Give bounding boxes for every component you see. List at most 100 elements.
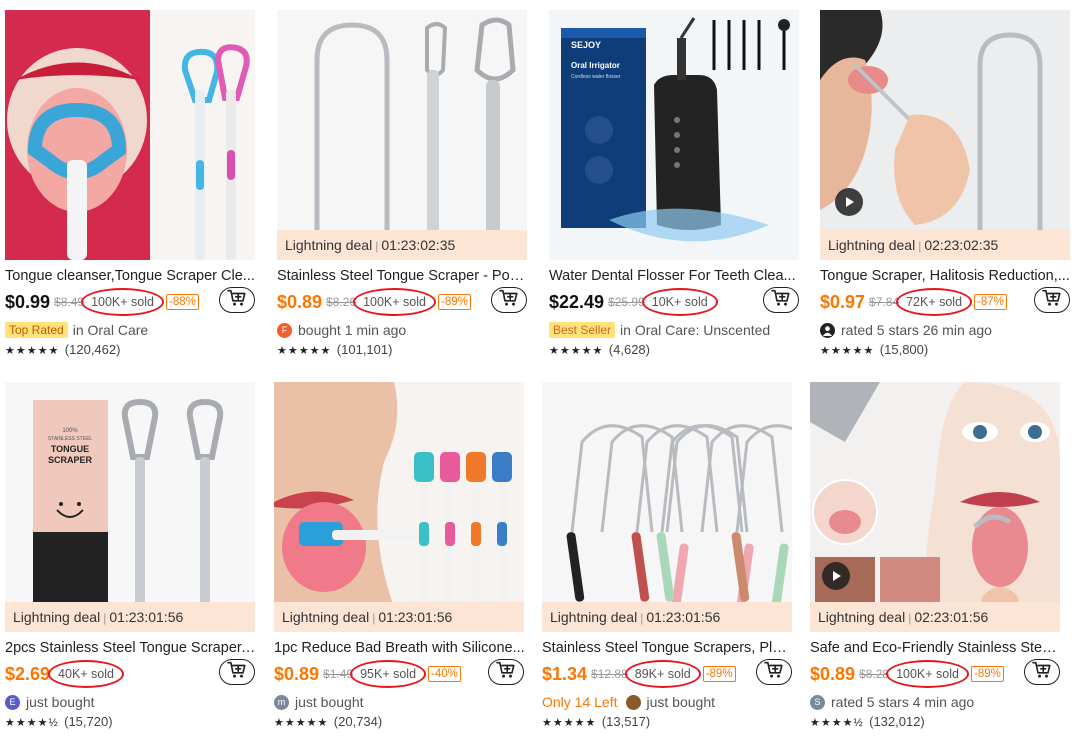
rating-row[interactable]: ★★★★★ (20,734) [274,714,530,729]
product-card[interactable]: Lightning deal | 02:23:01:56 Safe and Eco-… [810,382,1066,729]
social-proof-text: rated 5 stars 26 min ago [841,322,992,338]
lightning-deal-banner: Lightning deal | 01:23:02:35 [277,230,527,260]
product-image[interactable]: 100% STAINLESS STEEL TONGUE SCRAPER Ligh… [5,382,255,632]
product-title[interactable]: Tongue cleanser,Tongue Scraper Cle... [5,268,257,284]
product-info-line: Top Rated in Oral Care [5,320,261,340]
add-to-cart-button[interactable] [1034,287,1070,313]
product-image[interactable]: Lightning deal | 01:23:02:35 [277,10,527,260]
rating-row[interactable]: ★★★★★ (4,628) [549,342,805,357]
product-image[interactable]: Lightning deal | 01:23:01:56 [274,382,524,632]
product-image[interactable]: Lightning deal | 01:23:01:56 [542,382,792,632]
price-row: $2.69 40K+ sold [5,659,261,689]
product-card[interactable]: Lightning deal | 01:23:01:56 Stainless Ste… [542,382,798,729]
product-card[interactable]: Lightning deal | 01:23:01:56 1pc Reduce Ba… [274,382,530,729]
original-price: $1.49 [323,667,354,681]
original-price: $8.28 [859,667,890,681]
product-info-line: Fbought 1 min ago [277,320,533,340]
add-to-cart-button[interactable] [763,287,799,313]
sold-count: 10K+ sold [641,288,718,316]
rating-row[interactable]: ★★★★★ (120,462) [5,342,261,357]
product-image[interactable]: SEJOY Oral Irrigator Cordless water flos… [549,10,799,260]
star-rating: ★★★★★ [820,345,875,357]
add-to-cart-button[interactable] [1024,659,1060,685]
product-image[interactable]: Lightning deal | 02:23:01:56 [810,382,1060,632]
deal-label: Lightning deal [818,609,906,625]
price-row: $22.49 $25.99 10K+ sold [549,287,805,317]
deal-label: Lightning deal [13,609,101,625]
deal-timer: 02:23:02:35 [924,237,999,253]
original-price: $8.26 [326,295,357,309]
star-rating: ★★★★★ [5,345,60,357]
product-card[interactable]: Lightning deal | 02:23:02:35 Tongue Scrape… [820,10,1076,357]
add-to-cart-button[interactable] [756,659,792,685]
social-proof-text: just bought [295,694,364,710]
lightning-deal-banner: Lightning deal | 01:23:01:56 [274,602,524,632]
product-image[interactable]: Lightning deal | 02:23:02:35 [820,10,1070,260]
social-proof-text: just bought [26,694,95,710]
svg-text:SEJOY: SEJOY [571,40,601,50]
discount-badge: -89% [970,666,1004,682]
rating-row[interactable]: ★★★★★ (101,101) [277,342,533,357]
product-card[interactable]: Tongue cleanser,Tongue Scraper Cle... $0… [5,10,261,357]
add-to-cart-button[interactable] [219,287,255,313]
product-card[interactable]: SEJOY Oral Irrigator Cordless water flos… [549,10,805,357]
product-title[interactable]: Stainless Steel Tongue Scraper - Port... [277,268,529,284]
sale-price: $1.34 [542,663,588,684]
svg-text:Cordless water flosser: Cordless water flosser [571,74,621,80]
sale-price: $0.89 [277,291,323,312]
deal-timer: 02:23:01:56 [914,609,989,625]
deal-timer: 01:23:01:56 [378,609,453,625]
rating-row[interactable]: ★★★★½ (132,012) [810,714,1066,729]
deal-timer: 01:23:02:35 [381,237,456,253]
product-title[interactable]: 2pcs Stainless Steel Tongue Scraper, ... [5,640,257,656]
buyer-avatar: S [810,694,825,710]
svg-text:Oral Irrigator: Oral Irrigator [571,61,620,70]
sold-count: 95K+ sold [350,660,426,688]
price-row: $0.89 $8.26 100K+ sold -89% [277,287,533,317]
product-title[interactable]: Safe and Eco-Friendly Stainless Steel... [810,640,1062,656]
product-image[interactable] [5,10,255,260]
rating-row[interactable]: ★★★★★ (13,517) [542,714,798,729]
star-rating: ★★★★★ [542,717,597,729]
svg-text:TONGUE: TONGUE [51,444,89,454]
ranking-badge: Best Seller [549,322,616,338]
sold-count: 40K+ sold [48,660,124,688]
star-rating: ★★★★½ [810,717,864,729]
deal-timer: 01:23:01:56 [646,609,721,625]
review-count: (132,012) [869,714,925,729]
product-card[interactable]: 100% STAINLESS STEEL TONGUE SCRAPER Ligh… [5,382,261,729]
product-title[interactable]: Stainless Steel Tongue Scrapers, Plas... [542,640,794,656]
product-card[interactable]: Lightning deal | 01:23:02:35 Stainless Ste… [277,10,533,357]
product-title[interactable]: Tongue Scraper, Halitosis Reduction,... [820,268,1072,284]
play-icon[interactable] [822,562,850,590]
review-count: (15,800) [879,342,929,357]
add-to-cart-icon [1042,289,1062,312]
rating-row[interactable]: ★★★★½ (15,720) [5,714,261,729]
add-to-cart-button[interactable] [491,287,527,313]
product-info-line: Best Seller in Oral Care: Unscented [549,320,805,340]
product-title[interactable]: Water Dental Flosser For Teeth Clea... [549,268,801,284]
review-count: (20,734) [333,714,383,729]
add-to-cart-icon [764,661,784,684]
star-rating: ★★★★½ [5,717,59,729]
review-count: (120,462) [64,342,121,357]
product-info-line: rated 5 stars 26 min ago [820,320,1076,340]
product-title[interactable]: 1pc Reduce Bad Breath with Silicone... [274,640,526,656]
deal-separator: | [103,611,107,625]
star-rating: ★★★★★ [274,717,329,729]
add-to-cart-icon [771,289,791,312]
add-to-cart-button[interactable] [219,659,255,685]
price-row: $1.34 $12.88 89K+ sold -89% [542,659,798,689]
buyer-avatar: F [277,322,292,338]
deal-label: Lightning deal [550,609,638,625]
discount-badge: -89% [702,666,736,682]
sold-count: 100K+ sold [81,288,164,316]
add-to-cart-button[interactable] [488,659,524,685]
rating-row[interactable]: ★★★★★ (15,800) [820,342,1076,357]
original-price: $8.49 [54,295,85,309]
product-info-line: Only 14 Left just bought [542,692,798,712]
svg-text:STAINLESS STEEL: STAINLESS STEEL [48,436,93,442]
play-icon[interactable] [835,188,863,216]
star-rating: ★★★★★ [277,345,332,357]
add-to-cart-icon [1032,661,1052,684]
